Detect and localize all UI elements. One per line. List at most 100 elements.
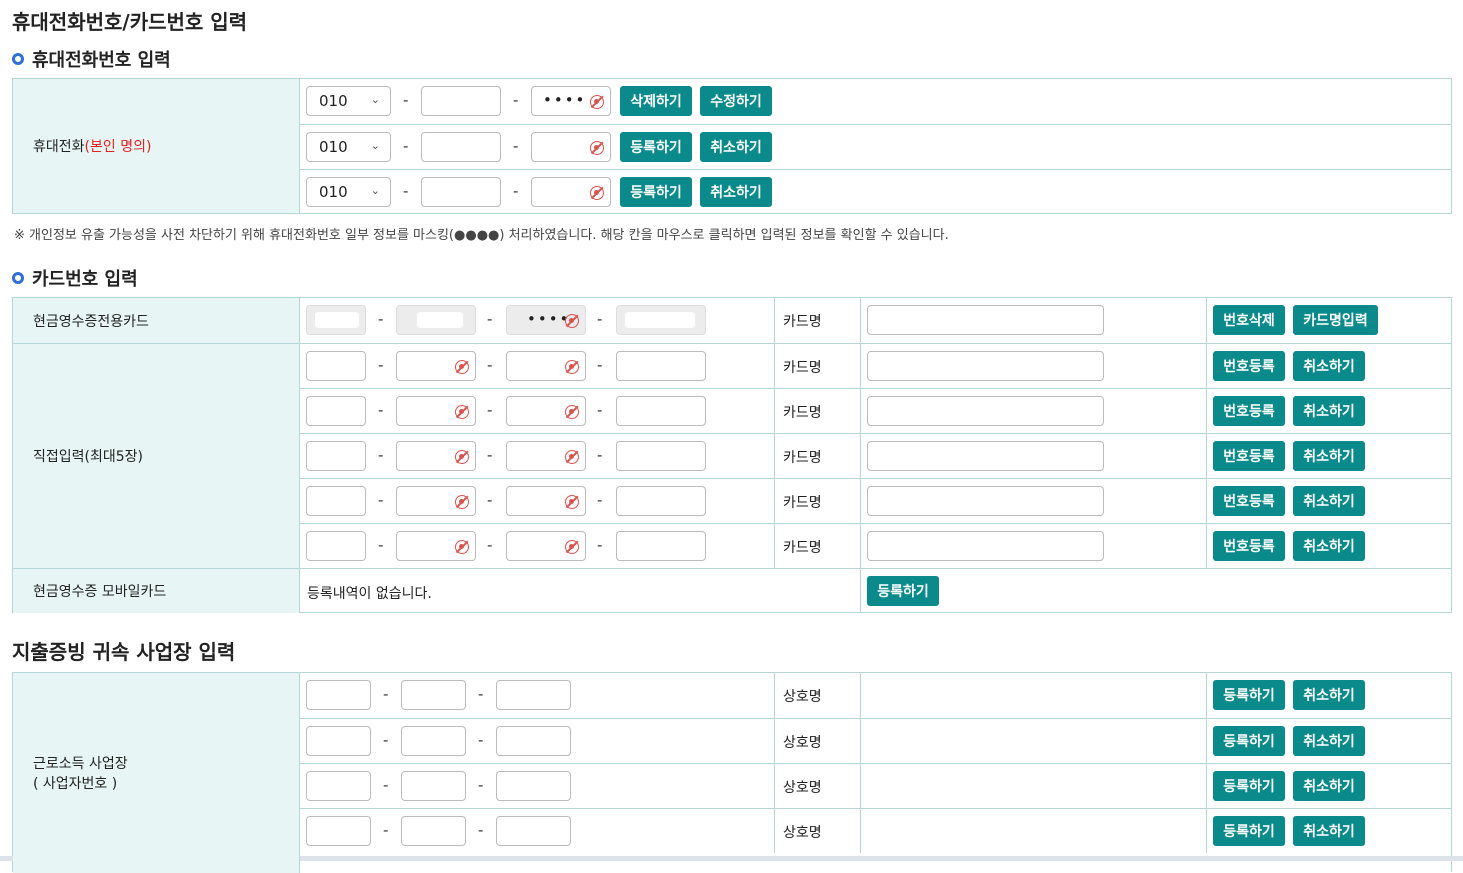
card-name-input[interactable] [867, 305, 1104, 335]
phone-middle-input[interactable] [421, 86, 501, 116]
cancel-button[interactable]: 취소하기 [1293, 441, 1365, 471]
dash: - [487, 491, 493, 509]
card-input-4[interactable] [616, 486, 706, 516]
card-input-1[interactable] [306, 531, 366, 561]
phone-last-input[interactable]: •••• [531, 86, 611, 116]
phone-middle-input[interactable] [421, 132, 501, 162]
card-input-3[interactable] [506, 486, 586, 516]
register-button[interactable]: 등록하기 [1213, 771, 1285, 801]
phone-middle-input[interactable] [421, 177, 501, 207]
dash: - [383, 776, 389, 794]
cancel-button[interactable]: 취소하기 [1293, 396, 1365, 426]
card-name-input[interactable] [867, 351, 1104, 381]
biz-number-input-2[interactable] [401, 680, 466, 710]
card-input-3[interactable] [506, 351, 586, 381]
cancel-button[interactable]: 취소하기 [1293, 771, 1365, 801]
cancel-button[interactable]: 취소하기 [1293, 531, 1365, 561]
card-input-1[interactable] [306, 396, 366, 426]
card-name-input-button[interactable]: 카드명입력 [1293, 305, 1378, 335]
dash: - [597, 401, 603, 419]
register-number-button[interactable]: 번호등록 [1213, 441, 1285, 471]
biz-number-input-2[interactable] [401, 726, 466, 756]
card-name-input[interactable] [867, 531, 1104, 561]
biz-number-input-3[interactable] [496, 816, 571, 846]
cancel-button[interactable]: 취소하기 [1293, 351, 1365, 381]
cash-card-label: 현금영수증전용카드 [13, 298, 300, 343]
card-input-4[interactable] [616, 441, 706, 471]
card-input-2[interactable] [396, 305, 476, 335]
eye-icon[interactable] [455, 540, 469, 554]
card-input-4[interactable] [616, 305, 706, 335]
eye-icon[interactable] [565, 314, 579, 328]
eye-icon[interactable] [565, 540, 579, 554]
card-input-3[interactable] [506, 531, 586, 561]
cancel-button[interactable]: 취소하기 [1293, 680, 1365, 710]
edit-button[interactable]: 수정하기 [700, 86, 772, 116]
card-name-input[interactable] [867, 486, 1104, 516]
eye-icon[interactable] [565, 360, 579, 374]
card-input-3[interactable]: •••• [506, 305, 586, 335]
card-input-3[interactable] [506, 441, 586, 471]
card-input-1[interactable] [306, 486, 366, 516]
cancel-button[interactable]: 취소하기 [1293, 726, 1365, 756]
register-number-button[interactable]: 번호등록 [1213, 486, 1285, 516]
card-input-1[interactable] [306, 351, 366, 381]
register-button[interactable]: 등록하기 [620, 177, 692, 207]
biz-number-input-1[interactable] [306, 816, 371, 846]
biz-number-input-3[interactable] [496, 726, 571, 756]
card-input-4[interactable] [616, 531, 706, 561]
register-number-button[interactable]: 번호등록 [1213, 531, 1285, 561]
dash: - [383, 731, 389, 749]
card-input-4[interactable] [616, 351, 706, 381]
register-number-button[interactable]: 번호등록 [1213, 351, 1285, 381]
dash: - [383, 685, 389, 703]
phone-prefix-select[interactable]: 010 ⌄ [306, 177, 391, 207]
eye-icon[interactable] [455, 405, 469, 419]
mobile-register-button[interactable]: 등록하기 [867, 576, 939, 606]
delete-button[interactable]: 삭제하기 [620, 86, 692, 116]
divider [860, 479, 861, 523]
eye-icon[interactable] [455, 360, 469, 374]
biz-number-input-1[interactable] [306, 680, 371, 710]
biz-number-input-2[interactable] [401, 771, 466, 801]
card-input-2[interactable] [396, 531, 476, 561]
biz-number-input-3[interactable] [496, 771, 571, 801]
card-input-1[interactable] [306, 441, 366, 471]
cancel-button[interactable]: 취소하기 [700, 132, 772, 162]
card-input-2[interactable] [396, 486, 476, 516]
biz-number-input-1[interactable] [306, 771, 371, 801]
eye-icon[interactable] [565, 405, 579, 419]
phone-last-input[interactable] [531, 132, 611, 162]
register-number-button[interactable]: 번호등록 [1213, 396, 1285, 426]
mobile-card-row: 현금영수증 모바일카드 등록내역이 없습니다. 등록하기 [13, 568, 1451, 613]
eye-icon[interactable] [455, 450, 469, 464]
card-name-input[interactable] [867, 396, 1104, 426]
card-input-2[interactable] [396, 396, 476, 426]
eye-icon[interactable] [565, 495, 579, 509]
eye-icon[interactable] [590, 141, 604, 155]
phone-prefix-select[interactable]: 010 ⌄ [306, 132, 391, 162]
register-button[interactable]: 등록하기 [1213, 726, 1285, 756]
cancel-button[interactable]: 취소하기 [700, 177, 772, 207]
biz-number-input-2[interactable] [401, 816, 466, 846]
cancel-button[interactable]: 취소하기 [1293, 486, 1365, 516]
delete-number-button[interactable]: 번호삭제 [1213, 305, 1285, 335]
register-button[interactable]: 등록하기 [1213, 816, 1285, 846]
biz-number-input-3[interactable] [496, 680, 571, 710]
card-input-1[interactable] [306, 305, 366, 335]
phone-last-input[interactable] [531, 177, 611, 207]
eye-icon[interactable] [455, 495, 469, 509]
eye-icon[interactable] [590, 186, 604, 200]
card-input-2[interactable] [396, 441, 476, 471]
register-button[interactable]: 등록하기 [620, 132, 692, 162]
card-name-input[interactable] [867, 441, 1104, 471]
phone-prefix-select[interactable]: 010 ⌄ [306, 86, 391, 116]
register-button[interactable]: 등록하기 [1213, 680, 1285, 710]
eye-icon[interactable] [590, 95, 604, 109]
card-input-2[interactable] [396, 351, 476, 381]
biz-number-input-1[interactable] [306, 726, 371, 756]
eye-icon[interactable] [565, 450, 579, 464]
cancel-button[interactable]: 취소하기 [1293, 816, 1365, 846]
card-input-4[interactable] [616, 396, 706, 426]
card-input-3[interactable] [506, 396, 586, 426]
